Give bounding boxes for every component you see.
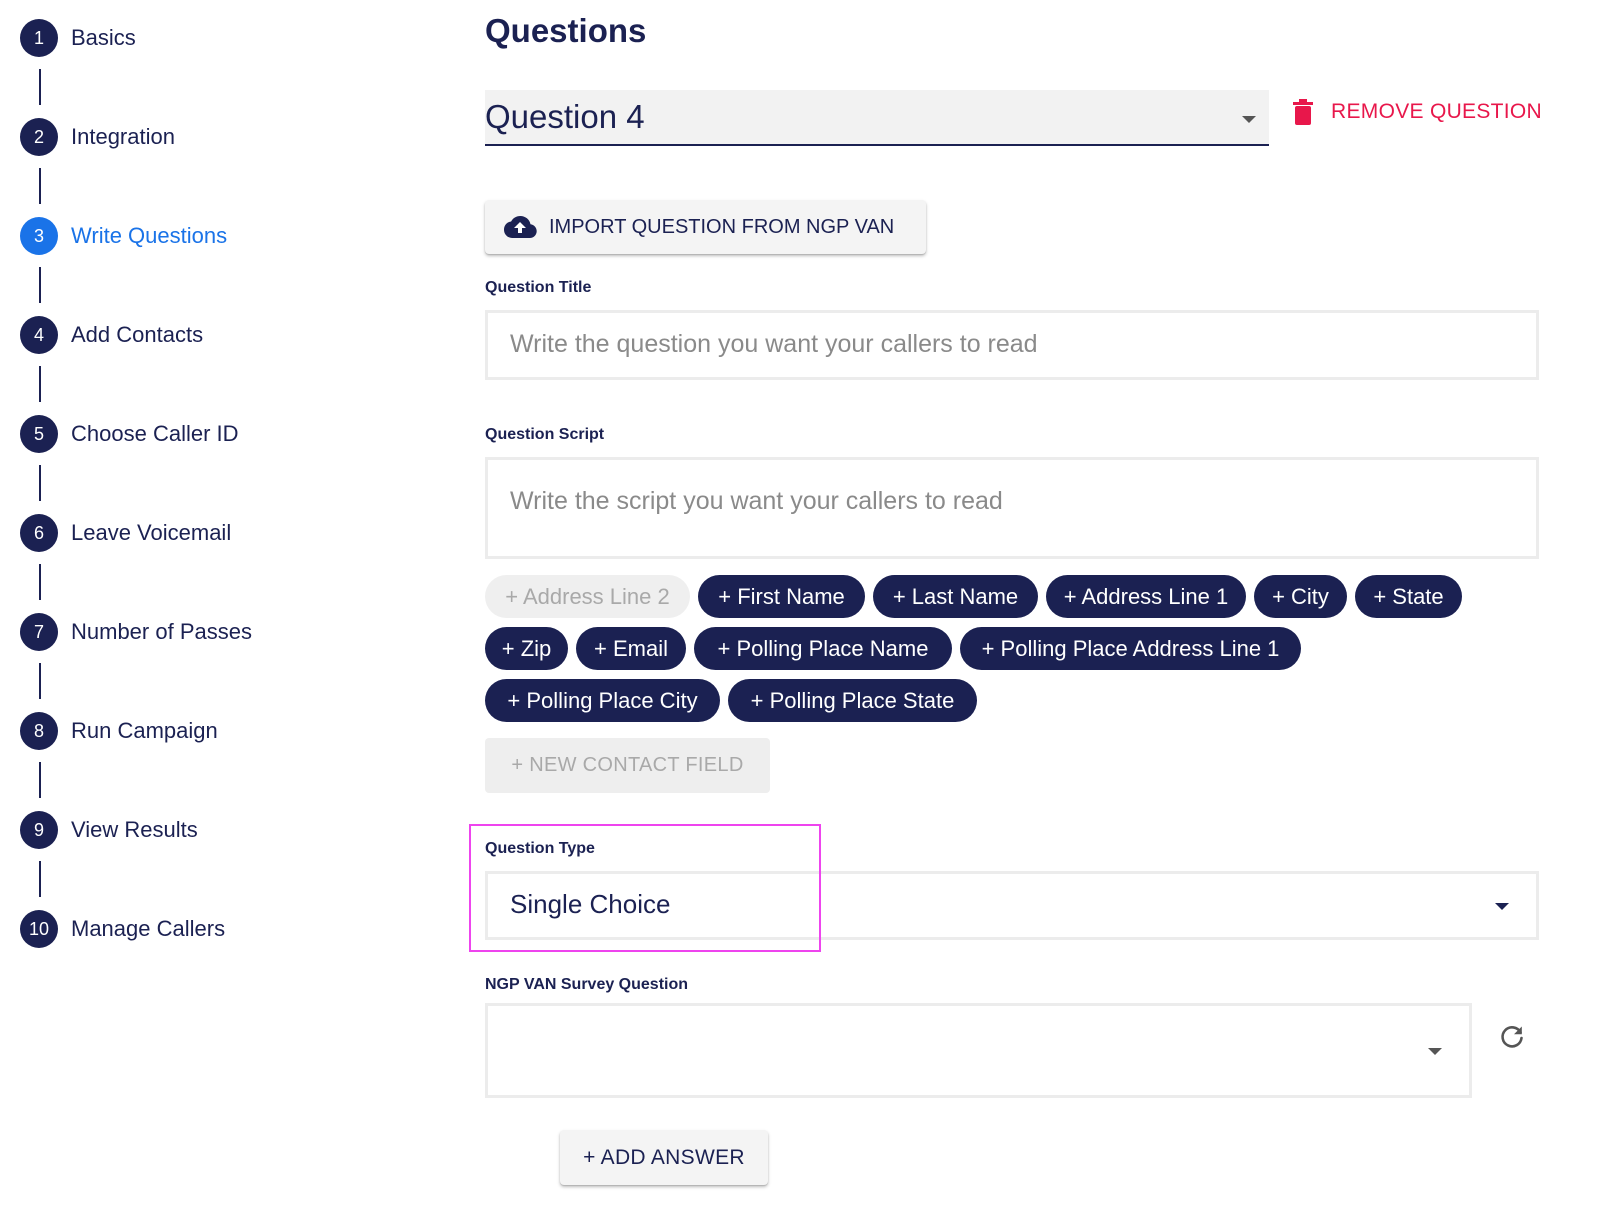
question-script-textarea[interactable]: Write the script you want your callers t… <box>485 457 1539 559</box>
chip-first-name[interactable]: + First Name <box>698 575 865 618</box>
trash-icon <box>1293 99 1313 125</box>
step-number-badge: 1 <box>20 19 58 57</box>
step-connector <box>39 564 41 600</box>
step-connector <box>39 663 41 699</box>
step-label: Basics <box>71 25 136 50</box>
refresh-survey-questions-button[interactable] <box>1497 1022 1527 1052</box>
remove-question-label: REMOVE QUESTION <box>1331 100 1543 123</box>
chip-polling-place-name[interactable]: + Polling Place Name <box>694 627 952 670</box>
step-number-badge: 10 <box>20 910 58 948</box>
chip-zip[interactable]: + Zip <box>485 627 568 670</box>
step-number-badge: 9 <box>20 811 58 849</box>
step-label: Number of Passes <box>71 619 252 644</box>
cloud-upload-icon <box>504 216 537 238</box>
chip-last-name[interactable]: + Last Name <box>873 575 1038 618</box>
import-question-label: IMPORT QUESTION FROM NGP VAN <box>549 215 895 238</box>
step-number-badge: 7 <box>20 613 58 651</box>
questions-panel: Questions Question 4 REMOVE QUESTION IMP… <box>469 0 1545 1218</box>
add-answer-button[interactable]: + ADD ANSWER <box>560 1130 768 1185</box>
chip-address-line-2: + Address Line 2 <box>485 575 690 618</box>
question-type-select[interactable]: Single Choice <box>485 871 1539 940</box>
step-view-results[interactable]: 9 View Results <box>20 810 198 850</box>
page-title: Questions <box>485 12 647 49</box>
step-connector <box>39 267 41 303</box>
chip-polling-place-address-line-1[interactable]: + Polling Place Address Line 1 <box>960 627 1301 670</box>
chip-address-line-1[interactable]: + Address Line 1 <box>1046 575 1246 618</box>
step-label: Write Questions <box>71 223 228 248</box>
step-label: View Results <box>71 817 198 842</box>
question-selector-value: Question 4 <box>485 98 645 135</box>
chip-state[interactable]: + State <box>1355 575 1462 618</box>
remove-question-button[interactable]: REMOVE QUESTION <box>1293 96 1542 128</box>
chip-polling-place-state[interactable]: + Polling Place State <box>728 679 977 722</box>
step-label: Manage Callers <box>71 916 226 941</box>
ngp-van-survey-question-label: NGP VAN Survey Question <box>485 976 689 993</box>
new-contact-field-button: + NEW CONTACT FIELD <box>485 738 770 793</box>
step-leave-voicemail[interactable]: 6 Leave Voicemail <box>20 513 231 553</box>
caret-down-icon <box>1242 116 1256 123</box>
step-number-badge: 2 <box>20 118 58 156</box>
question-script-placeholder: Write the script you want your callers t… <box>510 487 1003 515</box>
question-title-label: Question Title <box>485 279 592 296</box>
step-write-questions[interactable]: 3 Write Questions <box>20 216 227 256</box>
caret-down-icon <box>1495 903 1509 910</box>
import-question-button[interactable]: IMPORT QUESTION FROM NGP VAN <box>485 200 926 254</box>
chip-city[interactable]: + City <box>1254 575 1347 618</box>
step-label: Add Contacts <box>71 322 204 347</box>
step-label: Choose Caller ID <box>71 421 239 446</box>
step-connector <box>39 69 41 105</box>
question-title-input[interactable]: Write the question you want your callers… <box>485 310 1539 380</box>
step-number-badge: 6 <box>20 514 58 552</box>
step-label: Run Campaign <box>71 718 218 743</box>
question-type-label: Question Type <box>485 840 595 857</box>
step-add-contacts[interactable]: 4 Add Contacts <box>20 315 203 355</box>
question-title-placeholder: Write the question you want your callers… <box>510 330 1038 358</box>
step-number-badge: 5 <box>20 415 58 453</box>
ngp-van-survey-question-select[interactable] <box>485 1003 1472 1098</box>
step-integration[interactable]: 2 Integration <box>20 117 175 157</box>
step-number-badge: 3 <box>20 217 58 255</box>
step-connector <box>39 168 41 204</box>
step-connector <box>39 366 41 402</box>
step-manage-callers[interactable]: 10 Manage Callers <box>20 909 225 949</box>
step-run-campaign[interactable]: 8 Run Campaign <box>20 711 218 751</box>
step-label: Integration <box>71 124 175 149</box>
question-selector[interactable]: Question 4 <box>485 90 1269 146</box>
question-script-label: Question Script <box>485 426 605 443</box>
step-choose-caller-id[interactable]: 5 Choose Caller ID <box>20 414 239 454</box>
step-number-badge: 4 <box>20 316 58 354</box>
caret-down-icon <box>1428 1048 1442 1055</box>
step-number-of-passes[interactable]: 7 Number of Passes <box>20 612 252 652</box>
step-connector <box>39 465 41 501</box>
step-connector <box>39 762 41 798</box>
step-basics[interactable]: 1 Basics <box>20 18 136 58</box>
step-number-badge: 8 <box>20 712 58 750</box>
question-type-value: Single Choice <box>510 889 671 919</box>
step-label: Leave Voicemail <box>71 520 232 545</box>
refresh-icon <box>1501 1026 1523 1048</box>
chip-email[interactable]: + Email <box>576 627 686 670</box>
step-connector <box>39 861 41 897</box>
chip-polling-place-city[interactable]: + Polling Place City <box>485 679 720 722</box>
